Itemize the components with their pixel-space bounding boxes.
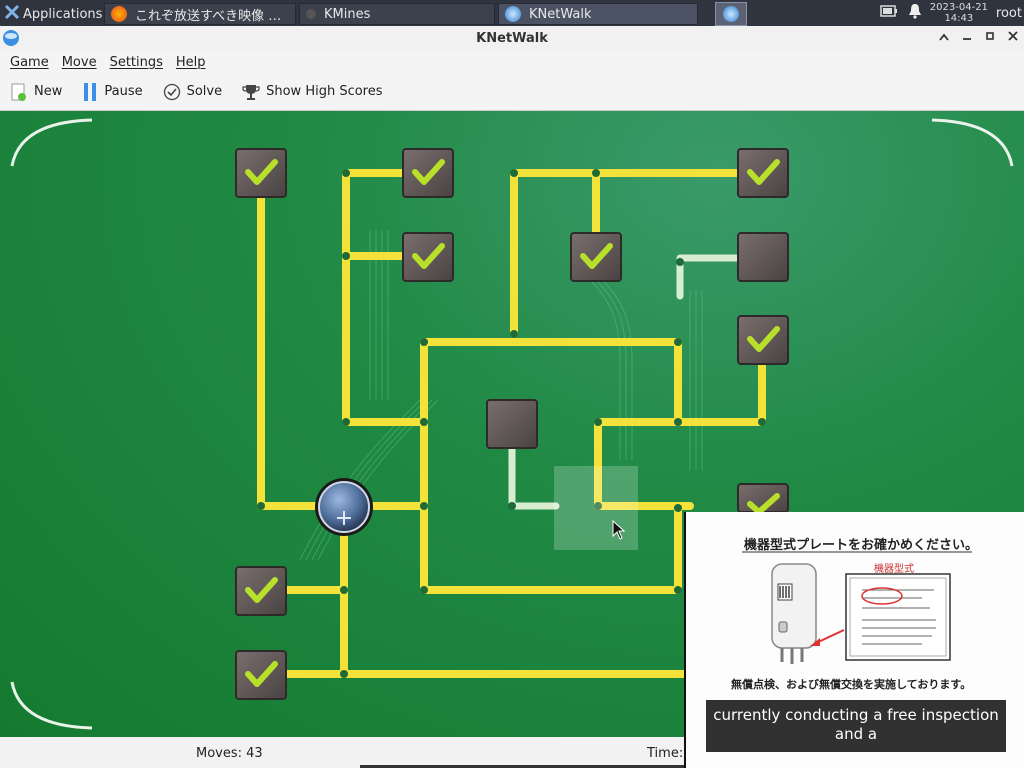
high-scores-label: Show High Scores — [266, 84, 383, 99]
knetwalk-icon — [723, 5, 739, 22]
corner-ornament — [931, 118, 1014, 167]
solve-button[interactable]: Solve — [163, 83, 223, 101]
pause-label: Pause — [104, 84, 143, 99]
corner-ornament — [10, 118, 93, 167]
toolbar: New Pause Solve Show High Scores — [0, 73, 1024, 111]
clock-time: 14:43 — [944, 13, 974, 24]
user-menu[interactable]: root — [996, 6, 1022, 21]
computer-connected[interactable] — [737, 483, 789, 515]
moves-counter: Moves: 43 — [196, 746, 263, 761]
kmines-icon — [306, 9, 316, 19]
knetwalk-icon — [505, 6, 521, 22]
computer-connected[interactable] — [235, 566, 287, 616]
computer-connected[interactable] — [402, 148, 454, 198]
subtitle-line: currently conducting a free inspection — [713, 706, 999, 724]
battery-icon[interactable] — [880, 5, 898, 21]
computer-connected[interactable] — [570, 232, 622, 282]
computer-connected[interactable] — [235, 650, 287, 700]
trophy-icon — [242, 84, 260, 100]
maximize-button[interactable] — [981, 29, 999, 47]
pause-icon — [84, 82, 97, 101]
close-icon — [1008, 31, 1018, 41]
computer-connected[interactable] — [235, 148, 287, 198]
window-title: KNetWalk — [476, 31, 548, 46]
taskbar: Applications これぞ放送すべき映像 企… KMines KNetWa… — [0, 0, 1024, 26]
close-button[interactable] — [1004, 29, 1022, 47]
new-document-icon — [11, 83, 26, 101]
workspace-switcher[interactable] — [715, 1, 747, 26]
new-game-button[interactable]: New — [10, 82, 62, 102]
maximize-icon — [986, 32, 994, 40]
menu-move[interactable]: Move — [62, 55, 97, 70]
server-node[interactable] — [315, 478, 373, 536]
notification-bell-icon[interactable] — [908, 3, 922, 23]
corner-ornament — [10, 681, 93, 730]
clock-date: 2023-04-21 — [929, 2, 988, 13]
taskbar-window-firefox[interactable]: これぞ放送すべき映像 企… — [104, 3, 296, 25]
menu-settings[interactable]: Settings — [110, 55, 163, 70]
taskbar-window-kmines[interactable]: KMines — [299, 3, 495, 25]
computer-connected[interactable] — [737, 315, 789, 365]
clock[interactable]: 2023-04-21 14:43 — [930, 2, 988, 24]
subtitle-box: currently conducting a free inspection a… — [706, 700, 1006, 752]
computer-connected[interactable] — [737, 148, 789, 198]
subtitle-line: and a — [834, 725, 878, 743]
minimize-button[interactable] — [958, 29, 976, 47]
new-label: New — [34, 84, 63, 99]
computer-disconnected[interactable] — [737, 232, 789, 282]
video-caption-jp: 無償点検、および無償交換を実施しております。 — [731, 678, 972, 691]
time-label: Time: — [647, 746, 684, 761]
solve-label: Solve — [186, 84, 223, 99]
minimize-icon — [963, 38, 971, 40]
menu-help[interactable]: Help — [176, 55, 206, 70]
applications-menu-button[interactable]: Applications — [0, 3, 104, 25]
mouse-pointer-icon — [612, 520, 626, 540]
taskbar-window-label: KMines — [324, 6, 371, 22]
taskbar-window-label: KNetWalk — [529, 6, 592, 22]
computer-disconnected[interactable] — [486, 399, 538, 449]
applications-label: Applications — [23, 6, 103, 22]
video-part-label: 機器型式 — [874, 564, 914, 575]
chevron-up-icon — [939, 33, 949, 41]
firefox-icon — [111, 6, 127, 22]
show-high-scores-button[interactable]: Show High Scores — [242, 83, 383, 101]
menubar: Game Move Settings Help — [0, 51, 1024, 73]
window-titlebar[interactable]: KNetWalk — [0, 26, 1024, 52]
taskbar-window-label: これぞ放送すべき映像 企… — [135, 8, 289, 24]
keep-above-button[interactable] — [935, 29, 953, 47]
menu-game[interactable]: Game — [10, 55, 49, 70]
video-overlay[interactable]: 機器型式プレートをお確かめください。 機器型式 無償点検、および無償交換を実施し… — [684, 512, 1024, 768]
checkmark-circle-icon — [163, 83, 180, 100]
pause-button[interactable]: Pause — [82, 82, 143, 102]
computer-connected[interactable] — [402, 232, 454, 282]
xfce-logo-icon — [4, 4, 20, 24]
taskbar-window-knetwalk[interactable]: KNetWalk — [498, 3, 698, 25]
